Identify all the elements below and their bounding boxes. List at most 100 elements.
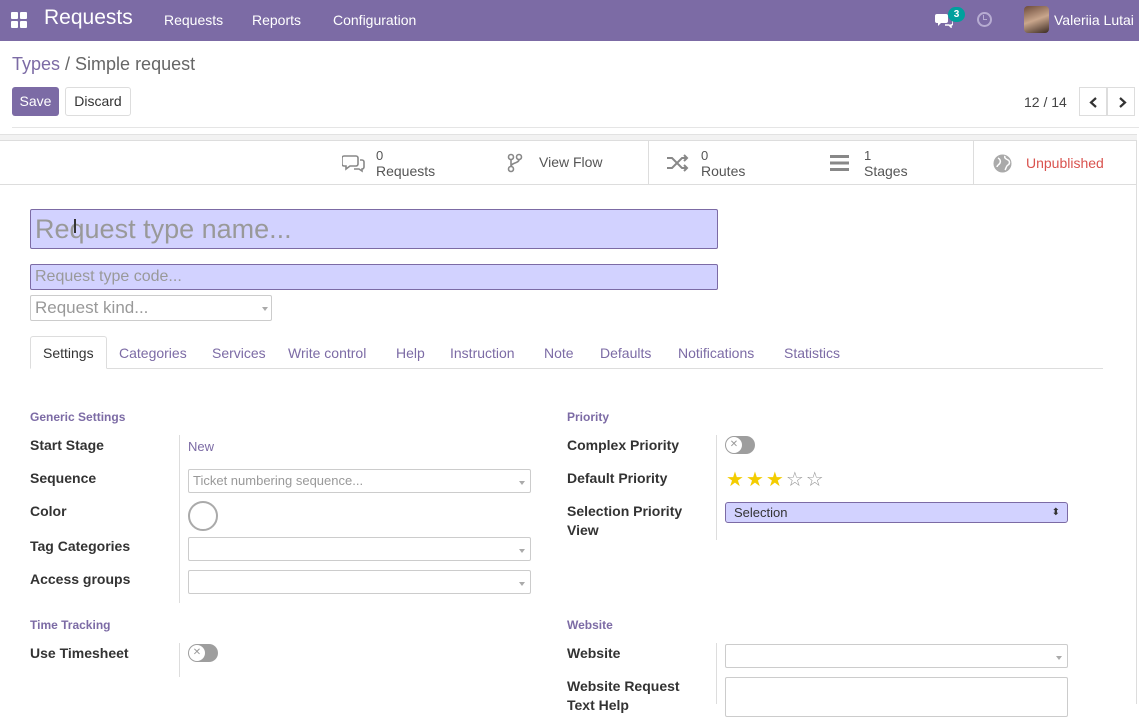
pager-next-button[interactable] (1107, 87, 1135, 116)
default-priority-label: Default Priority (567, 470, 668, 486)
stat-button-requests[interactable]: 0 Requests (325, 140, 485, 185)
routes-count: 0 (701, 148, 709, 163)
sequence-select[interactable]: Ticket numbering sequence... (188, 469, 531, 493)
request-type-name-input[interactable]: Request type name... (30, 209, 718, 249)
stat-button-publish[interactable]: Unpublished (974, 140, 1137, 185)
complex-priority-toggle[interactable]: ✕ (725, 436, 755, 454)
group-title-time-tracking: Time Tracking (30, 618, 111, 632)
breadcrumb-separator: / (60, 54, 76, 74)
website-select[interactable] (725, 644, 1068, 668)
stages-count: 1 (864, 148, 872, 163)
website-request-text-help-label-2: Text Help (567, 697, 629, 713)
complex-priority-label: Complex Priority (567, 437, 680, 453)
discard-button[interactable]: Discard (65, 87, 131, 116)
caret-down-icon (519, 481, 525, 485)
tag-categories-label: Tag Categories (30, 538, 131, 554)
selection-priority-view-value: Selection (734, 505, 788, 520)
sequence-label: Sequence (30, 470, 97, 486)
sequence-placeholder: Ticket numbering sequence... (193, 473, 364, 488)
user-name[interactable]: Valeriia Lutai (1054, 12, 1134, 28)
website-request-text-help-label-1: Website Request (567, 678, 680, 694)
chevron-left-icon (1089, 97, 1097, 108)
random-icon (667, 154, 689, 172)
selection-priority-view-select[interactable]: Selection ⬍ (725, 502, 1068, 523)
request-kind-placeholder: Request kind... (35, 298, 149, 317)
start-stage-value[interactable]: New (188, 439, 214, 454)
tab-instruction[interactable]: Instruction (450, 345, 515, 361)
menu-configuration[interactable]: Configuration (333, 12, 416, 28)
use-timesheet-label: Use Timesheet (30, 645, 129, 661)
activity-clock-icon[interactable] (977, 12, 992, 27)
group-label-separator (179, 435, 180, 603)
color-label: Color (30, 503, 67, 519)
request-type-code-input[interactable]: Request type code... (30, 264, 718, 290)
tab-notifications[interactable]: Notifications (678, 345, 754, 361)
tab-statistics[interactable]: Statistics (784, 345, 840, 361)
unpublished-label: Unpublished (1026, 155, 1104, 171)
star-empty-icon[interactable]: ☆ (786, 469, 806, 491)
group-label-separator (716, 643, 717, 704)
tab-defaults[interactable]: Defaults (600, 345, 651, 361)
group-title-website: Website (567, 618, 613, 632)
tag-categories-select[interactable] (188, 537, 531, 561)
stat-button-view-flow[interactable]: View Flow (487, 140, 647, 185)
caret-down-icon (1056, 656, 1062, 660)
requests-count: 0 (376, 148, 384, 163)
app-title[interactable]: Requests (44, 6, 133, 30)
breadcrumb-current: Simple request (75, 54, 196, 74)
tab-categories[interactable]: Categories (119, 345, 187, 361)
star-filled-icon[interactable]: ★ (746, 469, 766, 491)
pager-counter[interactable]: 12 / 14 (1024, 94, 1067, 110)
menu-reports[interactable]: Reports (252, 12, 301, 28)
group-label-separator (179, 643, 180, 677)
tab-help[interactable]: Help (396, 345, 425, 361)
group-title-priority: Priority (567, 410, 610, 424)
star-filled-icon[interactable]: ★ (766, 469, 786, 491)
save-button[interactable]: Save (12, 87, 59, 116)
start-stage-label: Start Stage (30, 437, 104, 453)
breadcrumb-parent[interactable]: Types (12, 54, 60, 74)
color-picker[interactable] (188, 501, 218, 531)
caret-down-icon (519, 582, 525, 586)
access-groups-label: Access groups (30, 571, 131, 587)
comments-icon (342, 155, 365, 173)
close-icon: ✕ (726, 437, 742, 453)
globe-icon (993, 154, 1012, 173)
stat-button-stages[interactable]: 1 Stages (811, 140, 971, 185)
request-kind-select[interactable]: Request kind... (30, 295, 272, 321)
tab-note[interactable]: Note (544, 345, 574, 361)
tab-services[interactable]: Services (212, 345, 266, 361)
use-timesheet-toggle[interactable]: ✕ (188, 644, 218, 662)
group-label-separator (716, 435, 717, 540)
breadcrumb: Types / Simple request (12, 54, 195, 75)
caret-down-icon (519, 549, 525, 553)
star-filled-icon[interactable]: ★ (726, 469, 746, 491)
stat-button-routes[interactable]: 0 Routes (649, 140, 809, 185)
website-request-text-help-field[interactable] (725, 677, 1068, 717)
tab-write-control[interactable]: Write control (288, 345, 366, 361)
top-navbar: Requests Requests Reports Configuration … (0, 0, 1139, 41)
access-groups-select[interactable] (188, 570, 531, 594)
close-icon: ✕ (189, 645, 205, 661)
text-cursor (74, 219, 76, 233)
star-empty-icon[interactable]: ☆ (806, 469, 826, 491)
chevron-right-icon (1119, 97, 1127, 108)
menu-requests[interactable]: Requests (164, 12, 223, 28)
priority-stars[interactable]: ★★★☆☆ (726, 467, 826, 492)
view-flow-label: View Flow (539, 154, 603, 170)
avatar[interactable] (1024, 6, 1049, 33)
selection-priority-view-label-2: View (567, 522, 599, 538)
control-panel-divider (12, 127, 1139, 128)
routes-label: Routes (701, 163, 746, 179)
stat-separator (973, 140, 974, 185)
notebook-tabs: Settings Categories Services Write contr… (30, 336, 1103, 369)
chat-badge: 3 (948, 7, 965, 22)
apps-menu-icon[interactable] (11, 12, 27, 28)
pager-previous-button[interactable] (1079, 87, 1107, 116)
tab-settings[interactable]: Settings (30, 336, 107, 369)
stages-label: Stages (864, 163, 908, 179)
code-fork-icon (507, 153, 523, 173)
selection-priority-view-label-1: Selection Priority (567, 503, 683, 519)
website-label: Website (567, 645, 621, 661)
sort-arrows-icon: ⬍ (1051, 507, 1060, 518)
